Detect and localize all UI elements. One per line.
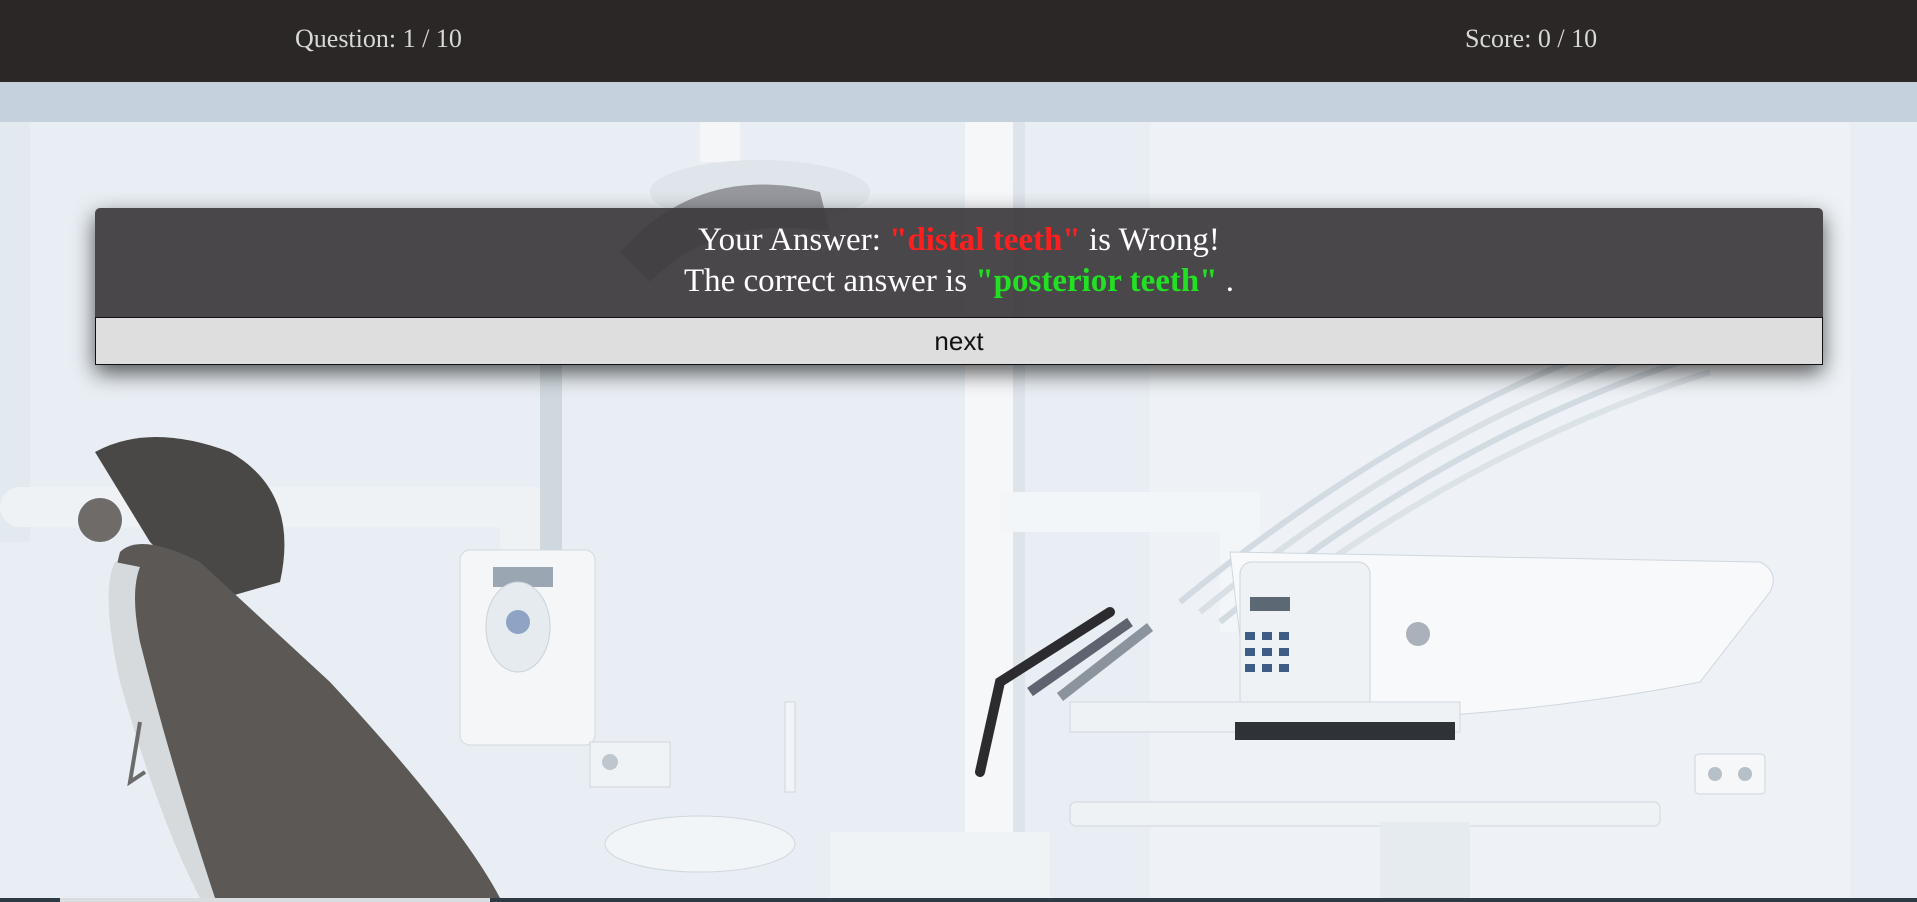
bottom-border-highlight	[60, 898, 490, 902]
correct-prefix: The correct answer is	[683, 263, 976, 299]
answer-prefix: Your Answer:	[698, 222, 890, 258]
background-strip	[0, 82, 1917, 122]
answer-feedback-panel: Your Answer: "distal teeth" is Wrong! Th…	[95, 208, 1823, 365]
correct-answer-text: "posterior teeth"	[975, 263, 1218, 299]
answer-suffix: is Wrong!	[1080, 222, 1220, 258]
correct-answer-line: The correct answer is "posterior teeth" …	[95, 261, 1823, 302]
question-counter: Question: 1 / 10	[295, 24, 462, 53]
user-answer-wrong: "distal teeth"	[889, 222, 1081, 258]
correct-suffix: .	[1217, 263, 1235, 299]
bottom-border	[0, 898, 1917, 902]
user-answer-line: Your Answer: "distal teeth" is Wrong!	[95, 208, 1823, 261]
score-counter: Score: 0 / 10	[1465, 24, 1598, 53]
quiz-header: Question: 1 / 10 Score: 0 / 10	[0, 0, 1917, 82]
next-button[interactable]: next	[95, 317, 1823, 365]
